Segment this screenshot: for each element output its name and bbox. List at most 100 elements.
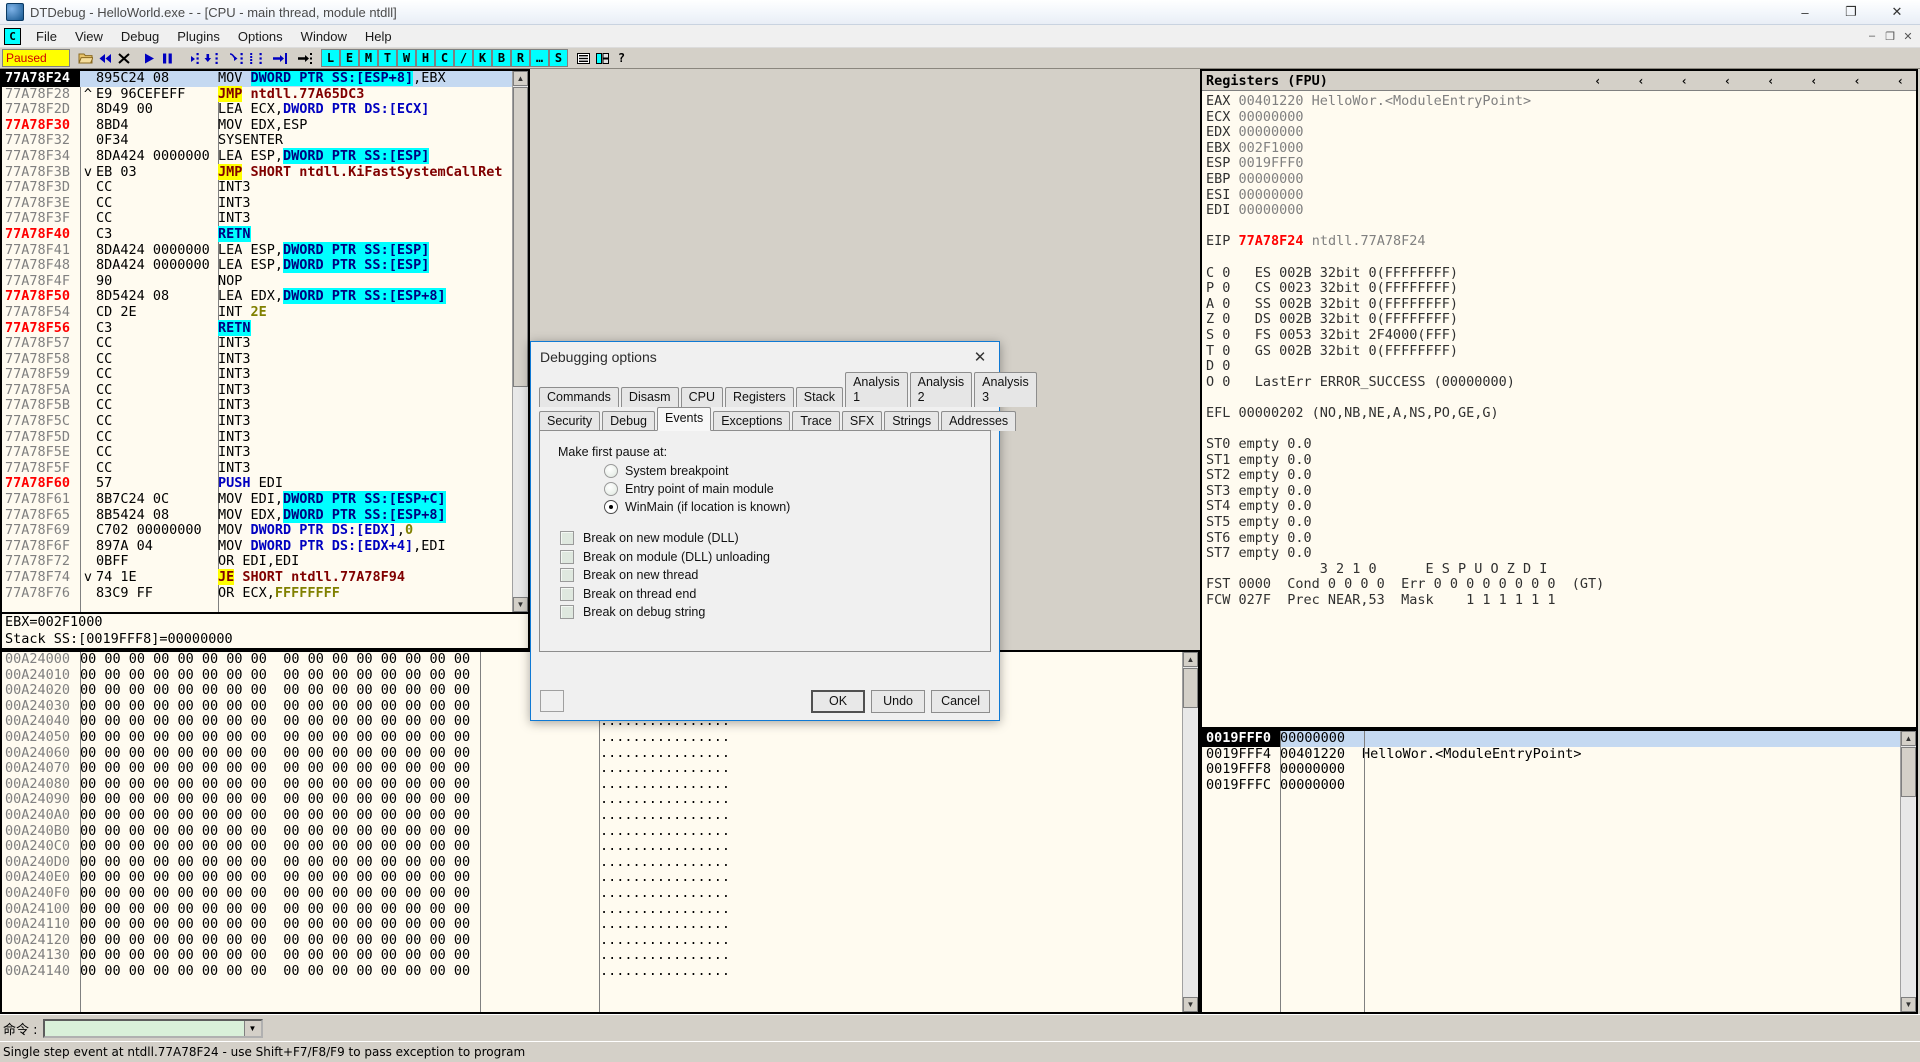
dialog-tab-sfx[interactable]: SFX (841, 411, 883, 431)
disassembly-row[interactable]: 77A78F40 C3 RETN (2, 225, 528, 243)
executable-modules-button[interactable]: E (340, 49, 359, 67)
checkbox-icon[interactable] (560, 568, 574, 582)
scroll-down-icon[interactable]: ▼ (1183, 997, 1198, 1012)
step-into-icon[interactable] (183, 49, 202, 67)
disassembly-panel[interactable]: 77A78F24 895C24 08 MOV DWORD PTR SS:[ESP+8… (0, 69, 530, 614)
radio-option-entry-point-of-main-module[interactable]: Entry point of main module (604, 482, 990, 496)
disassembly-row[interactable]: 77A78F6F 897A 04 MOV DWORD PTR DS:[EDX+4],… (2, 538, 528, 555)
disassembly-row[interactable]: 77A78F65 8B5424 08 MOV EDX,DWORD PTR SS:[E… (2, 506, 528, 524)
memory-dump-row[interactable]: 00A240D0 00 00 00 00 00 00 00 00 00 00 00… (2, 854, 1198, 871)
command-input-wrapper[interactable]: ▼ (42, 1018, 263, 1038)
chevron-left-icon[interactable]: ‹ (1897, 74, 1904, 88)
disassembly-row[interactable]: 77A78F74 v 74 1E JE SHORT ntdll.77A78F94 (2, 569, 528, 586)
disassembly-row[interactable]: 77A78F3F CC INT3 (2, 211, 528, 227)
fpu-register-row[interactable]: ST3 empty 0.0 (1206, 483, 1916, 500)
disassembly-row[interactable]: 77A78F72 0BFF OR EDI,EDI (2, 554, 528, 570)
scroll-up-icon[interactable]: ▲ (1183, 652, 1198, 667)
checkbox-option-break-on-module-dll-unloading[interactable]: Break on module (DLL) unloading (560, 549, 990, 564)
memory-dump-row[interactable]: 00A240E0 00 00 00 00 00 00 00 00 00 00 00… (2, 870, 1198, 886)
debugging-options-dialog[interactable]: Debugging options ✕ Commands Disasm CPU Reg… (530, 341, 1037, 721)
maximize-button[interactable]: ❐ (1828, 0, 1874, 24)
scroll-up-icon[interactable]: ▲ (1901, 731, 1916, 746)
memory-map-button[interactable]: M (359, 49, 378, 67)
disassembly-row[interactable]: 77A78F5B CC INT3 (2, 398, 528, 414)
fpu-register-row[interactable]: ST6 empty 0.0 (1206, 530, 1916, 547)
menu-item-window[interactable]: Window (292, 27, 356, 46)
disassembly-row[interactable]: 77A78F3E CC INT3 (2, 195, 528, 212)
run-trace-button[interactable]: … (530, 49, 549, 67)
fst-row[interactable]: FST 0000 Cond 0 0 0 0 Err 0 0 0 0 0 0 0 … (1206, 577, 1916, 593)
call-stack-button[interactable]: K (473, 49, 492, 67)
dialog-tab-row-2[interactable]: Security Debug Events Exceptions Trace SFX Str… (539, 407, 1017, 431)
chevron-left-icon[interactable]: ‹ (1767, 74, 1774, 88)
dialog-tab-cpu[interactable]: CPU (680, 387, 723, 407)
menu-item-options[interactable]: Options (229, 27, 292, 46)
dialog-tab-events[interactable]: Events (657, 407, 712, 431)
register-row[interactable]: EBX 002F1000 (1206, 140, 1916, 157)
open-file-icon[interactable] (76, 49, 95, 67)
spacer-line[interactable] (1206, 421, 1916, 437)
fpu-register-row[interactable]: ST4 empty 0.0 (1206, 499, 1916, 515)
disassembly-row[interactable]: 77A78F56 C3 RETN (2, 319, 528, 337)
register-row[interactable]: EBP 00000000 (1206, 171, 1916, 188)
log-window-button[interactable]: L (321, 49, 340, 67)
help-question-icon[interactable]: ? (612, 49, 631, 67)
stack-row[interactable]: 0019FFF0 00000000 (1202, 731, 1916, 747)
scroll-up-icon[interactable]: ▲ (513, 71, 528, 86)
chevron-left-icon[interactable]: ‹ (1724, 74, 1731, 88)
mdi-child-icon[interactable]: C (4, 27, 21, 45)
tile-windows-icon[interactable] (593, 49, 612, 67)
stack-row[interactable]: 0019FFF4 00401220 HelloWor.<ModuleEntryPoi… (1202, 746, 1916, 763)
disassembly-row[interactable]: 77A78F3B v EB 03 JMP SHORT ntdll.KiFastSyst… (2, 163, 528, 181)
memory-dump-row[interactable]: 00A24110 00 00 00 00 00 00 00 00 00 00 00… (2, 916, 1198, 933)
register-row[interactable]: ESP 0019FFF0 (1206, 156, 1916, 172)
disassembly-row[interactable]: 77A78F50 8D5424 08 LEA EDX,DWORD PTR SS:[E… (2, 288, 528, 305)
flag-segment-row[interactable]: P 0 CS 0023 32bit 0(FFFFFFFF) (1206, 280, 1916, 297)
register-row[interactable]: EDI 00000000 (1206, 202, 1916, 219)
disassembly-row[interactable]: 77A78F3D CC INT3 (2, 180, 528, 196)
patches-button[interactable]: / (454, 49, 473, 67)
mdi-close-button[interactable]: ✕ (1900, 28, 1916, 44)
stack-scrollbar[interactable]: ▲ ▼ (1900, 731, 1916, 1012)
memory-dump-row[interactable]: 00A24060 00 00 00 00 00 00 00 00 00 00 00… (2, 745, 1198, 762)
break-events-checkbox-group[interactable]: Break on new module (DLL) Break on module… (558, 531, 990, 619)
disassembly-row[interactable]: 77A78F5E CC INT3 (2, 445, 528, 461)
scrollbar-thumb[interactable] (1901, 747, 1916, 797)
dialog-tab-commands[interactable]: Commands (539, 387, 619, 407)
disassembly-row[interactable]: 77A78F24 895C24 08 MOV DWORD PTR SS:[ESP+8… (2, 71, 528, 87)
flag-segment-row[interactable]: S 0 FS 0053 32bit 2F4000(FFF) (1206, 327, 1916, 344)
stack-rows[interactable]: 0019FFF0 00000000 0019FFF4 00401220 HelloWor… (1202, 731, 1916, 793)
dialog-tab-analysis-2[interactable]: Analysis 2 (909, 372, 973, 407)
fpu-register-row[interactable]: ST2 empty 0.0 (1206, 467, 1916, 484)
mdi-restore-button[interactable]: ❐ (1882, 28, 1898, 44)
register-row[interactable]: ECX 00000000 (1206, 109, 1916, 126)
close-program-icon[interactable] (114, 49, 133, 67)
dialog-tab-strings[interactable]: Strings (884, 411, 940, 431)
checkbox-option-break-on-new-module-dll[interactable]: Break on new module (DLL) (560, 531, 990, 545)
references-button[interactable]: R (511, 49, 530, 67)
dialog-tab-disasm[interactable]: Disasm (620, 387, 679, 407)
stack-row[interactable]: 0019FFFC 00000000 (1202, 777, 1916, 794)
radio-button-icon[interactable] (604, 482, 618, 496)
fpu-header-row[interactable]: 3 2 1 0 E S P U O Z D I (1206, 561, 1916, 578)
dialog-tab-debug[interactable]: Debug (602, 411, 655, 431)
disassembly-row[interactable]: 77A78F30 8BD4 MOV EDX,ESP (2, 117, 528, 134)
disassembly-row[interactable]: 77A78F5D CC INT3 (2, 429, 528, 446)
menu-item-debug[interactable]: Debug (112, 27, 168, 46)
memory-dump-row[interactable]: 00A24100 00 00 00 00 00 00 00 00 00 00 00… (2, 901, 1198, 918)
scroll-down-icon[interactable]: ▼ (1901, 997, 1916, 1012)
dialog-tab-analysis-3[interactable]: Analysis 3 (974, 372, 1037, 407)
source-button[interactable]: S (549, 49, 568, 67)
registers-body[interactable]: EAX 00401220 HelloWor.<ModuleEntryPoint>… (1202, 91, 1916, 609)
disassembly-row[interactable]: 77A78F61 8B7C24 0C MOV EDI,DWORD PTR SS:[E… (2, 491, 528, 508)
disassembly-row[interactable]: 77A78F41 8DA424 0000000 LEA ESP,DWORD PTR … (2, 241, 528, 259)
dialog-tab-addresses[interactable]: Addresses (941, 411, 1017, 431)
flag-segment-row[interactable]: A 0 SS 002B 32bit 0(FFFFFFFF) (1206, 296, 1916, 313)
flag-segment-row[interactable]: Z 0 DS 002B 32bit 0(FFFFFFFF) (1206, 312, 1916, 328)
dialog-tab-security[interactable]: Security (539, 411, 601, 431)
registers-panel[interactable]: Registers (FPU) ‹ ‹ ‹ ‹ ‹ ‹ ‹ ‹ EAX 0040… (1200, 69, 1918, 729)
stack-row[interactable]: 0019FFF8 00000000 (1202, 762, 1916, 778)
dump-scrollbar[interactable]: ▲ ▼ (1182, 652, 1198, 1012)
chevron-left-icon[interactable]: ‹ (1810, 74, 1817, 88)
register-row[interactable]: EDX 00000000 (1206, 124, 1916, 141)
